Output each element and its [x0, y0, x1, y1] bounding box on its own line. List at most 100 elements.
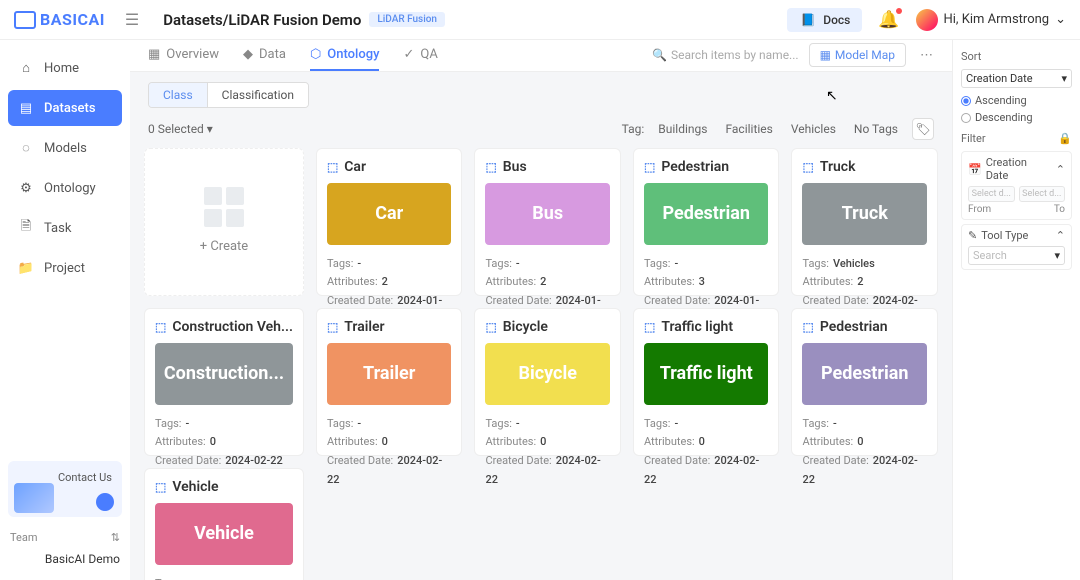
attrs-value: 0 — [382, 435, 388, 448]
team-name: BasicAI Demo — [8, 548, 122, 570]
project-icon: 📁 — [18, 260, 34, 276]
class-card[interactable]: ⬚Construction Veh... Construction... Tag… — [144, 308, 304, 456]
create-label: Create — [210, 239, 248, 254]
lock-icon[interactable]: 🔒 — [1058, 132, 1072, 145]
class-swatch: Construction... — [155, 343, 293, 405]
tags-value: - — [516, 257, 520, 270]
tag-filter-vehicles[interactable]: Vehicles — [791, 122, 836, 136]
sidebar-item-label: Project — [44, 261, 85, 276]
date-label: Created Date: — [802, 294, 868, 307]
class-card[interactable]: ⬚Pedestrian Pedestrian Tags:- Attributes… — [633, 148, 780, 296]
sidebar-item-datasets[interactable]: ▤Datasets — [8, 90, 122, 126]
date-from-input[interactable]: Select d... — [968, 186, 1015, 202]
sidebar-item-models[interactable]: ◌Models — [8, 130, 122, 166]
class-swatch: Car — [327, 183, 452, 245]
tag-filter-buildings[interactable]: Buildings — [658, 122, 707, 136]
tags-value: - — [185, 577, 189, 580]
class-swatch: Truck — [802, 183, 927, 245]
tag-filter-no-tags[interactable]: No Tags — [854, 122, 898, 136]
search-input[interactable]: 🔍 Search items by name... — [652, 48, 799, 62]
class-card[interactable]: ⬚Vehicle Vehicle Tags:- Attributes:0 Cre… — [144, 468, 304, 580]
sidebar-item-project[interactable]: 📁 Project — [8, 250, 122, 286]
tags-value: - — [185, 417, 189, 430]
seg-classification[interactable]: Classification — [207, 83, 308, 107]
overview-tab-icon: ▦ — [148, 47, 160, 62]
class-card[interactable]: ⬚Bus Bus Tags:- Attributes:2 Created Dat… — [474, 148, 621, 296]
menu-toggle-icon[interactable]: ☰ — [125, 10, 139, 29]
team-switcher[interactable]: Team ⇅ — [8, 527, 122, 548]
attrs-label: Attributes: — [802, 275, 853, 288]
attrs-label: Attributes: — [155, 435, 206, 448]
search-icon: 🔍 — [652, 48, 667, 62]
seg-class[interactable]: Class — [149, 83, 207, 107]
chevron-down-icon: ▾ — [1061, 72, 1067, 85]
tag-filter-facilities[interactable]: Facilities — [725, 122, 772, 136]
sidebar-item-ontology[interactable]: ⚙Ontology — [8, 170, 122, 206]
attrs-label: Attributes: — [644, 275, 695, 288]
tab-data[interactable]: ◆Data — [243, 40, 286, 71]
class-card[interactable]: ⬚Trailer Trailer Tags:- Attributes:0 Cre… — [316, 308, 463, 456]
more-menu[interactable]: ⋯ — [916, 48, 938, 63]
sort-ascending-radio[interactable]: Ascending — [961, 94, 1072, 107]
cube-icon: ⬚ — [485, 320, 496, 334]
selected-count[interactable]: 0 Selected ▾ — [148, 122, 213, 136]
attrs-label: Attributes: — [802, 435, 853, 448]
class-card[interactable]: ⬚Pedestrian Pedestrian Tags:- Attributes… — [791, 308, 938, 456]
team-label: Team — [10, 531, 38, 544]
class-name: Bus — [503, 159, 527, 175]
cube-icon: ⬚ — [155, 320, 166, 334]
date-label: Created Date: — [327, 454, 393, 467]
tags-value: - — [357, 257, 361, 270]
class-swatch: Pedestrian — [644, 183, 769, 245]
docs-button[interactable]: 📘 Docs — [787, 8, 862, 32]
docs-label: Docs — [823, 13, 850, 27]
tags-value: - — [674, 257, 678, 270]
plus-icon: + — [200, 239, 207, 254]
tab-ontology[interactable]: ⬡Ontology — [310, 40, 380, 71]
tab-qa[interactable]: ✓QA — [403, 40, 437, 71]
class-card[interactable]: ⬚Bicycle Bicycle Tags:- Attributes:0 Cre… — [474, 308, 621, 456]
sort-select[interactable]: Creation Date▾ — [961, 69, 1072, 88]
sidebar-item-label: Ontology — [44, 181, 96, 196]
attrs-value: 0 — [857, 435, 863, 448]
notifications-icon[interactable]: 🔔 — [878, 10, 899, 30]
class-name: Car — [344, 159, 366, 175]
sort-descending-radio[interactable]: Descending — [961, 111, 1072, 124]
class-classification-segment: ClassClassification — [148, 82, 309, 108]
tags-label: Tags: — [485, 417, 511, 430]
search-placeholder: Search items by name... — [671, 48, 799, 62]
filter-tool-type: ✎Tool Type⌃ Search▾ — [961, 224, 1072, 270]
create-class-card[interactable]: + Create — [144, 148, 304, 296]
sidebar-item-task[interactable]: 🗎Task — [8, 210, 122, 246]
user-menu[interactable]: Hi, Kim Armstrong ⌄ — [916, 9, 1067, 31]
contact-illustration — [14, 483, 54, 513]
tags-label: Tags: — [485, 257, 511, 270]
class-card[interactable]: ⬚Truck Truck Tags:Vehicles Attributes:2 … — [791, 148, 938, 296]
class-card[interactable]: ⬚Car Car Tags:- Attributes:2 Created Dat… — [316, 148, 463, 296]
tool-type-select[interactable]: Search▾ — [968, 246, 1065, 265]
class-swatch: Trailer — [327, 343, 452, 405]
tab-overview[interactable]: ▦Overview — [148, 40, 219, 71]
tab-label: Data — [259, 47, 286, 62]
date-to-input[interactable]: Select d... — [1019, 186, 1066, 202]
contact-us-card[interactable]: Contact Us — [8, 461, 122, 517]
cube-icon: ⬚ — [485, 160, 496, 174]
cube-icon: ⬚ — [644, 320, 655, 334]
attrs-label: Attributes: — [644, 435, 695, 448]
logo[interactable]: BASICAI — [14, 10, 105, 29]
chevron-up-icon[interactable]: ⌃ — [1056, 163, 1065, 176]
cube-icon: ⬚ — [802, 160, 813, 174]
tags-value: - — [833, 417, 837, 430]
sidebar-item-home[interactable]: ⌂Home — [8, 50, 122, 86]
create-tiles-icon — [204, 187, 244, 227]
model-map-button[interactable]: ▦ Model Map — [809, 43, 906, 67]
chevron-up-icon[interactable]: ⌃ — [1056, 229, 1065, 242]
class-name: Traffic light — [661, 319, 733, 335]
sidebar-item-label: Datasets — [44, 101, 96, 116]
date-label: Created Date: — [802, 454, 868, 467]
class-card[interactable]: ⬚Traffic light Traffic light Tags:- Attr… — [633, 308, 780, 456]
class-name: Bicycle — [503, 319, 548, 335]
tab-label: QA — [420, 47, 437, 62]
dataset-type-badge: LiDAR Fusion — [369, 12, 445, 27]
tag-settings-button[interactable]: 🏷 — [912, 118, 934, 140]
